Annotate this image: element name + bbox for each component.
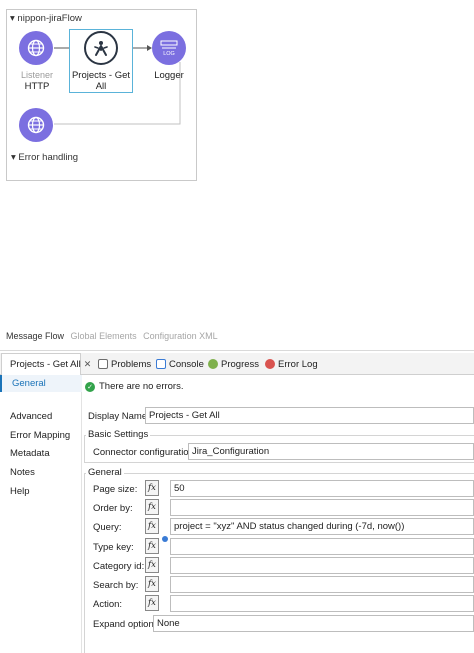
log-icon: LOG	[160, 40, 178, 56]
properties-side-nav: General Advanced Error Mapping Metadata …	[0, 375, 82, 653]
progress-icon	[208, 359, 218, 369]
fx-toggle-button[interactable]: fx	[145, 557, 159, 573]
order-by-input[interactable]	[170, 499, 474, 516]
connector-config-select[interactable]: Jira_Configuration	[188, 443, 474, 460]
fx-toggle-button[interactable]: fx	[145, 595, 159, 611]
query-label: Query:	[93, 522, 122, 533]
fx-toggle-button[interactable]: fx	[145, 576, 159, 592]
nav-notes[interactable]: Notes	[10, 467, 35, 478]
nav-metadata[interactable]: Metadata	[10, 448, 50, 459]
general-group-title: General	[86, 467, 124, 478]
tab-properties[interactable]: Projects - Get All ✕	[1, 353, 91, 376]
jira-logo-icon	[84, 31, 118, 65]
logger-node[interactable]: LOG	[152, 31, 186, 65]
basic-settings-title: Basic Settings	[86, 429, 151, 440]
http-listener-node[interactable]	[19, 31, 53, 65]
display-name-input[interactable]: Projects - Get All	[145, 407, 474, 424]
check-icon: ✓	[85, 381, 95, 392]
fx-toggle-button[interactable]: fx	[145, 480, 159, 496]
close-icon[interactable]: ✕	[84, 359, 92, 370]
problems-icon	[98, 359, 108, 369]
view-tab-bar: Projects - Get All ✕ Problems Console Pr…	[0, 353, 474, 376]
nav-error-mapping[interactable]: Error Mapping	[10, 430, 70, 441]
svg-text:LOG: LOG	[163, 51, 175, 56]
tab-problems[interactable]: Problems	[98, 353, 151, 375]
page-size-input[interactable]: 50	[170, 480, 474, 497]
globe-icon	[27, 39, 45, 57]
nav-general[interactable]: General	[0, 375, 82, 392]
connector-config-label: Connector configuration:	[93, 447, 197, 458]
query-input[interactable]: project = "xyz" AND status changed durin…	[170, 518, 474, 535]
flow-canvas[interactable]: ▾ nippon-jiraFlow Listener HTTP Projects…	[6, 9, 197, 181]
action-label: Action:	[93, 599, 123, 610]
error-handling-section[interactable]: ▾ Error handling	[11, 152, 78, 163]
error-log-icon	[265, 359, 275, 369]
jira-node-label: Projects - Get All	[71, 70, 131, 92]
search-by-input[interactable]	[170, 576, 474, 593]
action-input[interactable]	[170, 595, 474, 612]
tab-error-log[interactable]: Error Log	[265, 353, 318, 375]
tab-progress[interactable]: Progress	[208, 353, 259, 375]
display-name-label: Display Name:	[88, 411, 150, 422]
tab-message-flow[interactable]: Message Flow	[6, 331, 64, 341]
properties-icon	[3, 362, 9, 367]
globe-icon	[27, 116, 45, 134]
search-by-label: Search by:	[93, 580, 139, 591]
status-message: ✓ There are no errors.	[85, 381, 183, 392]
nav-advanced[interactable]: Advanced	[10, 411, 52, 422]
logger-label: Logger	[154, 70, 184, 81]
fx-toggle-button[interactable]: fx	[145, 538, 159, 554]
collapse-triangle-icon[interactable]: ▾	[11, 152, 16, 163]
nav-help[interactable]: Help	[10, 486, 30, 497]
info-marker-icon	[162, 536, 168, 542]
fx-toggle-button[interactable]: fx	[145, 518, 159, 534]
order-by-label: Order by:	[93, 503, 133, 514]
fx-toggle-button[interactable]: fx	[145, 499, 159, 515]
expand-options-label: Expand options	[93, 619, 159, 630]
page-size-label: Page size:	[93, 484, 138, 495]
tab-configuration-xml[interactable]: Configuration XML	[143, 331, 218, 341]
tab-global-elements[interactable]: Global Elements	[71, 331, 137, 341]
category-id-label: Category id:	[93, 561, 145, 572]
listener-type-text: Listener	[20, 70, 54, 80]
properties-panel: Projects - Get All ✕ Problems Console Pr…	[0, 350, 474, 653]
response-node[interactable]	[19, 108, 53, 142]
listener-label: HTTP	[24, 81, 50, 92]
expand-options-select[interactable]: None	[153, 615, 474, 632]
editor-tabs: Message Flow Global Elements Configurati…	[6, 331, 222, 341]
tab-console[interactable]: Console	[156, 353, 204, 375]
type-key-input[interactable]	[170, 538, 474, 555]
type-key-label: Type key:	[93, 542, 134, 553]
general-settings-form: ✓ There are no errors. Display Name: Pro…	[82, 375, 474, 653]
console-icon	[156, 359, 166, 369]
category-id-input[interactable]	[170, 557, 474, 574]
